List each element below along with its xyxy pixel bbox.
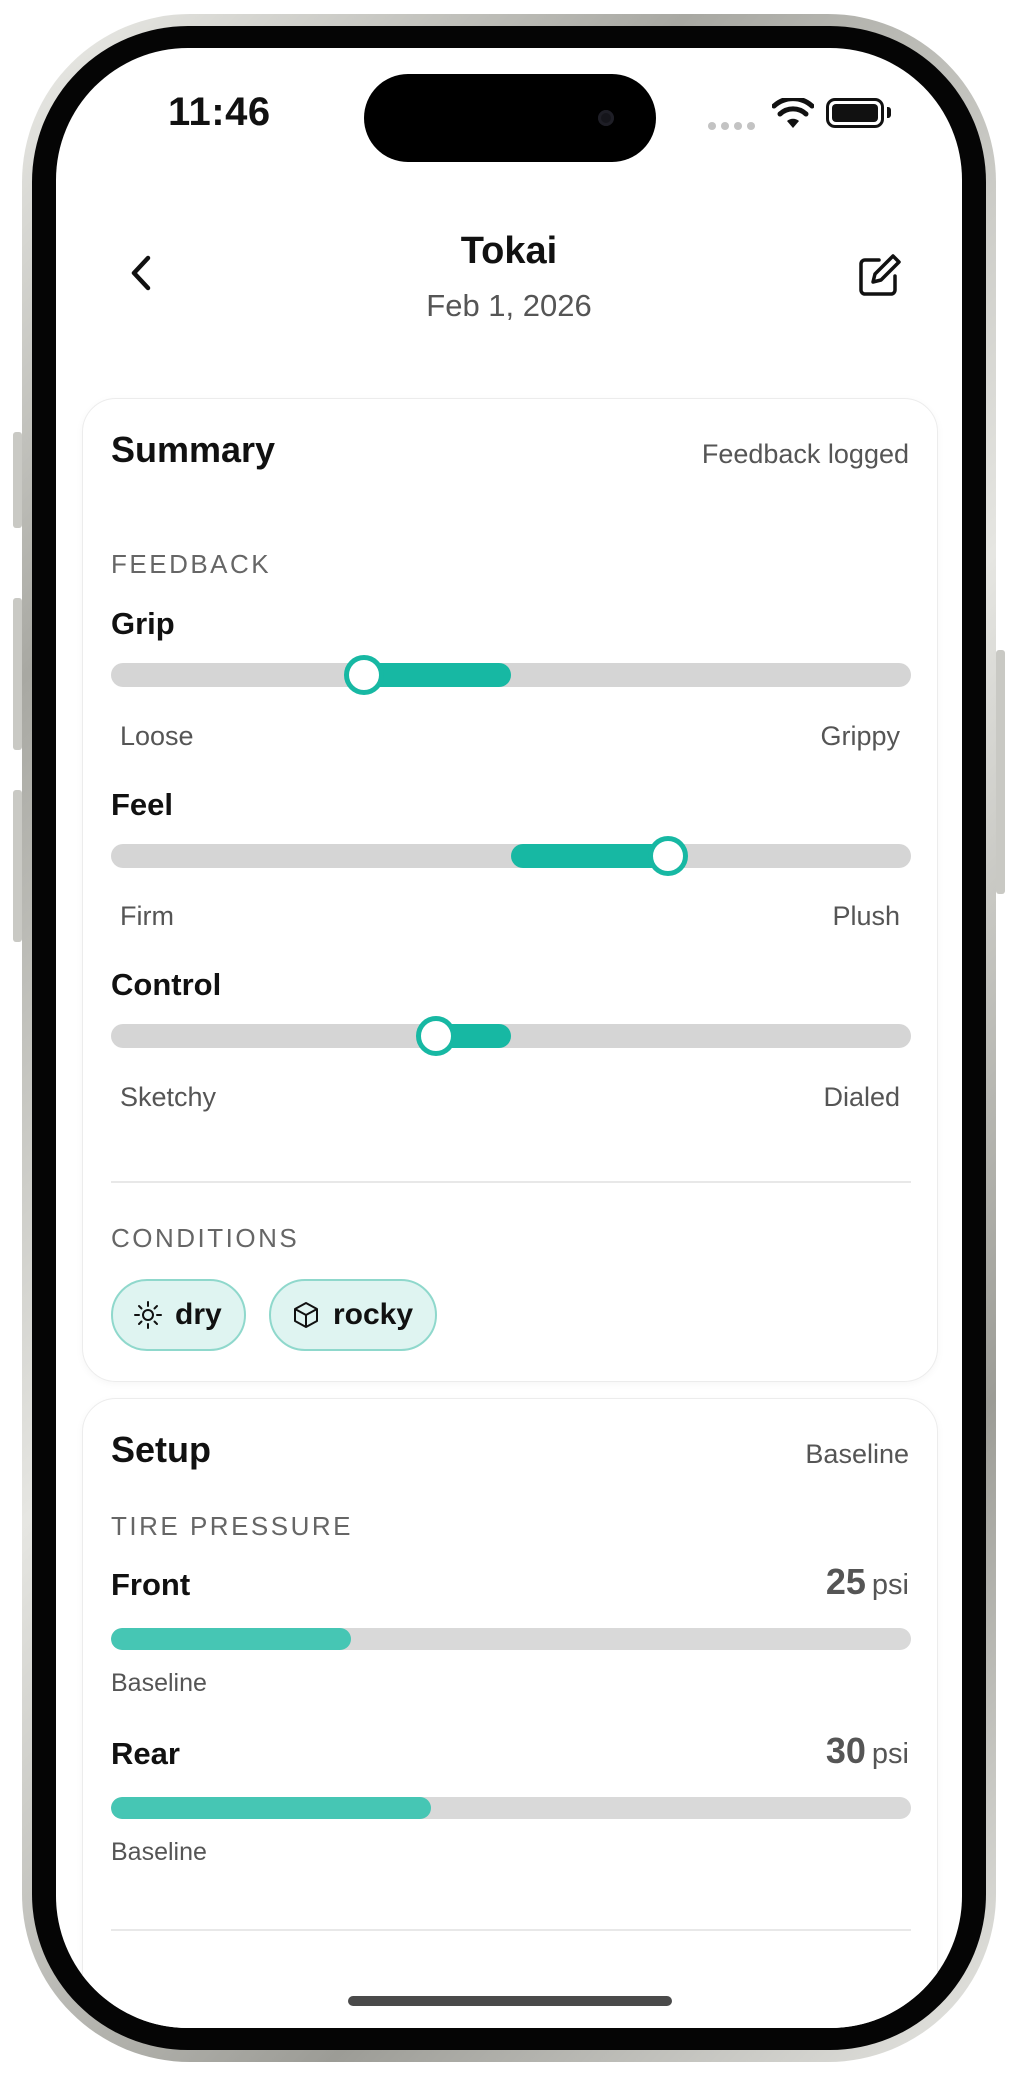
grip-max-label: Grippy xyxy=(820,721,900,751)
grip-slider-thumb[interactable] xyxy=(344,655,384,695)
front-tire-unit: psi xyxy=(871,1569,909,1601)
conditions-label: CONDITIONS xyxy=(111,1223,300,1253)
feel-slider-fill xyxy=(511,844,663,868)
condition-chip-label: rocky xyxy=(333,1298,414,1331)
summary-card: Summary Feedback logged FEEDBACK Grip Lo… xyxy=(82,398,938,1382)
phone-screen: 11:46 Tokai Feb 1, 2026 Summary Feedback… xyxy=(56,48,962,2028)
grip-label: Grip xyxy=(111,606,175,641)
battery-icon xyxy=(826,98,884,128)
rear-tire-bar-fill xyxy=(111,1797,431,1819)
sun-icon xyxy=(134,1301,162,1329)
feedback-label: FEEDBACK xyxy=(111,549,272,579)
grip-min-label: Loose xyxy=(120,721,194,751)
page-title: Tokai xyxy=(460,230,558,272)
control-max-label: Dialed xyxy=(823,1082,900,1112)
summary-divider xyxy=(111,1181,911,1183)
feel-slider[interactable] xyxy=(111,836,911,876)
front-tire-caption: Baseline xyxy=(111,1669,207,1697)
power-button xyxy=(996,650,1005,894)
condition-chip-label: dry xyxy=(175,1298,222,1331)
rear-tire-value: 30 psi xyxy=(826,1730,909,1772)
feel-min-label: Firm xyxy=(120,901,174,931)
cube-icon xyxy=(294,1302,318,1328)
status-time: 11:46 xyxy=(168,90,271,134)
control-label: Control xyxy=(111,967,222,1002)
summary-title: Summary xyxy=(111,429,276,470)
condition-chip-rocky[interactable]: rocky xyxy=(269,1279,438,1351)
setup-title: Setup xyxy=(111,1429,212,1470)
camera-icon xyxy=(598,110,614,126)
summary-status: Feedback logged xyxy=(701,439,909,469)
front-tire-bar xyxy=(111,1628,911,1650)
control-slider[interactable] xyxy=(111,1016,911,1056)
home-indicator[interactable] xyxy=(348,1996,672,2006)
front-tire-value: 25 psi xyxy=(826,1561,909,1603)
control-min-label: Sketchy xyxy=(120,1082,217,1112)
tire-pressure-label: TIRE PRESSURE xyxy=(111,1511,353,1541)
page-subtitle: Feb 1, 2026 xyxy=(426,288,592,323)
volume-up-button xyxy=(13,598,22,750)
action-button xyxy=(13,432,22,528)
dynamic-island xyxy=(364,74,656,162)
feel-max-label: Plush xyxy=(832,901,900,931)
feel-slider-thumb[interactable] xyxy=(648,836,688,876)
control-slider-thumb[interactable] xyxy=(416,1016,456,1056)
grip-slider[interactable] xyxy=(111,655,911,695)
rear-tire-psi: 30 xyxy=(825,1730,866,1771)
front-tire-psi: 25 xyxy=(825,1561,866,1602)
rear-tire-caption: Baseline xyxy=(111,1838,207,1866)
volume-down-button xyxy=(13,790,22,942)
edit-icon[interactable] xyxy=(851,248,907,304)
rear-tire-bar xyxy=(111,1797,911,1819)
feel-label: Feel xyxy=(111,787,174,822)
setup-card: Setup Baseline TIRE PRESSURE Front 25 psi… xyxy=(82,1398,938,2028)
battery-tip xyxy=(887,107,891,118)
rear-tire-unit: psi xyxy=(871,1738,909,1770)
setup-divider xyxy=(111,1929,911,1931)
rear-tire-label: Rear xyxy=(111,1736,180,1771)
condition-chip-dry[interactable]: dry xyxy=(111,1279,246,1351)
setup-status: Baseline xyxy=(805,1439,909,1469)
front-tire-label: Front xyxy=(111,1567,191,1602)
front-tire-bar-fill xyxy=(111,1628,351,1650)
wifi-icon xyxy=(772,98,814,128)
